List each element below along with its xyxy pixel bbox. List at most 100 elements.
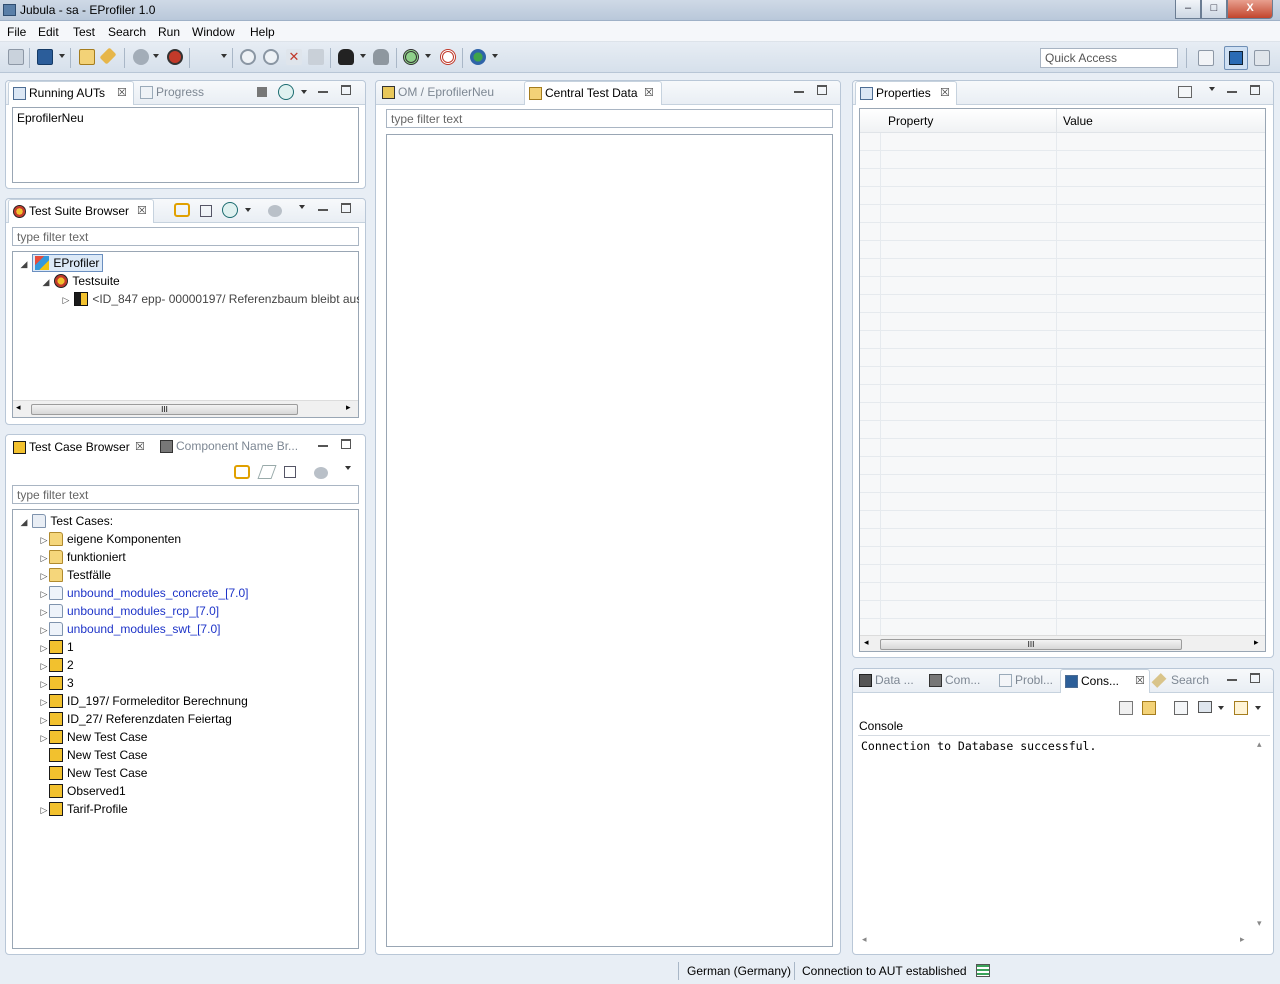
tree-item-folder[interactable]: ▷ unbound_modules_swt_[7.0] — [39, 620, 220, 638]
tab-problems[interactable]: Probl... — [995, 669, 1063, 693]
column-header-value[interactable]: Value — [1063, 114, 1093, 128]
stop-aut-icon[interactable] — [257, 87, 267, 97]
tree-item-test-case[interactable]: New Test Case — [39, 746, 147, 764]
tab-data-sets[interactable]: Data ... — [855, 669, 923, 693]
collapse-all-icon[interactable] — [200, 205, 212, 217]
tree-item-test-case[interactable]: ▷ 1 — [39, 638, 74, 656]
maximize-icon[interactable] — [341, 439, 351, 449]
tree-item-project[interactable]: ◢ EProfiler — [19, 254, 104, 272]
display-console-icon[interactable] — [1198, 701, 1212, 713]
tree-item-test-case[interactable]: ▷ ID_27/ Referenzdaten Feiertag — [39, 710, 232, 728]
dropdown-arrow-icon[interactable] — [1218, 706, 1224, 710]
scroll-thumb[interactable]: III — [31, 404, 298, 415]
scroll-left-icon[interactable]: ◂ — [864, 637, 869, 648]
tree-item-test-case[interactable]: ▷ 3 — [39, 674, 74, 692]
close-tab-icon[interactable]: ☒ — [137, 200, 147, 223]
filter-icon[interactable] — [268, 205, 282, 217]
start-aut-icon[interactable] — [278, 84, 294, 100]
tree-item-folder[interactable]: ▷ unbound_modules_concrete_[7.0] — [39, 584, 248, 602]
tree-item-test-case-ref[interactable]: ▷ <ID_847 epp- 00000197/ Referenzbaum bl… — [61, 290, 359, 308]
scroll-lock-icon[interactable] — [1142, 701, 1156, 715]
clear-console-icon[interactable] — [1119, 701, 1133, 715]
observe-icon[interactable] — [373, 49, 389, 65]
scroll-right-icon[interactable]: ▸ — [1240, 934, 1245, 945]
tree-item-test-case[interactable]: ▷ New Test Case — [39, 728, 147, 746]
collapsed-arrow-icon[interactable]: ▷ — [39, 801, 49, 819]
tab-properties[interactable]: Properties ☒ — [855, 81, 957, 105]
close-button[interactable]: X — [1227, 0, 1273, 19]
menu-run[interactable]: Run — [158, 25, 180, 39]
tree-item-folder[interactable]: ▷ unbound_modules_rcp_[7.0] — [39, 602, 219, 620]
pin-console-icon[interactable] — [1174, 701, 1188, 715]
scroll-right-icon[interactable]: ▸ — [1254, 637, 1259, 648]
close-tab-icon[interactable]: ☒ — [940, 82, 950, 105]
close-tab-icon[interactable]: ☒ — [117, 82, 127, 105]
disconnect-icon[interactable] — [167, 49, 183, 65]
dropdown-arrow-icon[interactable] — [360, 54, 366, 58]
tree-item-folder[interactable]: ▷ eigene Komponenten — [39, 530, 181, 548]
collapsed-arrow-icon[interactable]: ▷ — [39, 657, 49, 675]
cancel-icon[interactable]: ✕ — [286, 49, 302, 65]
quick-access-input[interactable]: Quick Access — [1040, 48, 1178, 68]
tree-item-folder[interactable]: ▷ funktioniert — [39, 548, 126, 566]
collapsed-arrow-icon[interactable]: ▷ — [39, 621, 49, 639]
link-with-editor-icon[interactable] — [234, 465, 250, 479]
scroll-thumb[interactable]: III — [880, 639, 1182, 650]
filter-input[interactable]: type filter text — [386, 109, 833, 128]
minimize-icon[interactable] — [318, 443, 328, 447]
view-menu-icon[interactable] — [1209, 87, 1215, 91]
close-tab-icon[interactable]: ☒ — [644, 82, 654, 105]
minimize-icon[interactable] — [1227, 677, 1237, 681]
tree-item-testsuite[interactable]: ◢ Testsuite — [41, 272, 120, 290]
tree-item-test-case[interactable]: Observed1 — [39, 782, 126, 800]
horizontal-scrollbar[interactable]: ◂ III ▸ — [860, 635, 1265, 651]
maximize-icon[interactable] — [817, 85, 827, 95]
minimize-icon[interactable] — [318, 207, 328, 211]
close-tab-icon[interactable]: ☒ — [1135, 670, 1145, 693]
collapsed-arrow-icon[interactable]: ▷ — [61, 291, 71, 308]
filter-input[interactable]: type filter text — [12, 485, 359, 504]
list-item[interactable]: EprofilerNeu — [13, 108, 358, 128]
menu-test[interactable]: Test — [73, 25, 95, 39]
collapsed-arrow-icon[interactable]: ▷ — [39, 729, 49, 747]
table-icon[interactable] — [79, 49, 95, 65]
collapsed-arrow-icon[interactable]: ▷ — [39, 711, 49, 729]
record-icon[interactable] — [338, 49, 354, 65]
connect-icon[interactable] — [133, 49, 149, 65]
maximize-icon[interactable] — [341, 203, 351, 213]
view-menu-icon[interactable] — [345, 466, 351, 470]
scroll-left-icon[interactable]: ◂ — [862, 934, 867, 945]
collapsed-arrow-icon[interactable]: ▷ — [39, 531, 49, 549]
minimize-icon[interactable] — [1227, 89, 1237, 93]
view-menu-icon[interactable] — [299, 205, 305, 209]
expanded-arrow-icon[interactable]: ◢ — [19, 513, 29, 531]
rename-icon[interactable] — [257, 465, 277, 479]
collapsed-arrow-icon[interactable]: ▷ — [39, 639, 49, 657]
map-icon[interactable] — [440, 49, 456, 65]
tree-item-test-case[interactable]: ▷ 2 — [39, 656, 74, 674]
tab-component-name-browser[interactable]: Component Name Br... — [156, 435, 306, 459]
step-icon[interactable] — [308, 49, 324, 65]
menu-edit[interactable]: Edit — [38, 25, 59, 39]
minimize-icon[interactable] — [794, 89, 804, 93]
scroll-down-icon[interactable]: ▾ — [1257, 918, 1262, 929]
tree-item-test-case[interactable]: New Test Case — [39, 764, 147, 782]
menu-window[interactable]: Window — [192, 25, 235, 39]
collapsed-arrow-icon[interactable]: ▷ — [39, 549, 49, 567]
maximize-button[interactable]: □ — [1201, 0, 1227, 19]
link-with-editor-icon[interactable] — [174, 203, 190, 217]
tab-component-names[interactable]: Com... — [925, 669, 993, 693]
close-tab-icon[interactable]: ☒ — [135, 436, 145, 459]
collapsed-arrow-icon[interactable]: ▷ — [39, 585, 49, 603]
collapsed-arrow-icon[interactable]: ▷ — [39, 693, 49, 711]
tree-item-folder[interactable]: ▷ Testfälle — [39, 566, 111, 584]
maximize-icon[interactable] — [341, 85, 351, 95]
tab-search[interactable]: Search — [1151, 669, 1231, 693]
globe-icon[interactable] — [470, 49, 486, 65]
menu-file[interactable]: File — [7, 25, 26, 39]
tab-progress[interactable]: Progress — [136, 81, 216, 105]
perspective-active-button[interactable] — [1224, 46, 1248, 70]
tab-running-auts[interactable]: Running AUTs ☒ — [8, 81, 134, 105]
tree-item-root[interactable]: ◢ Test Cases: — [19, 512, 113, 530]
target-icon[interactable] — [403, 49, 419, 65]
